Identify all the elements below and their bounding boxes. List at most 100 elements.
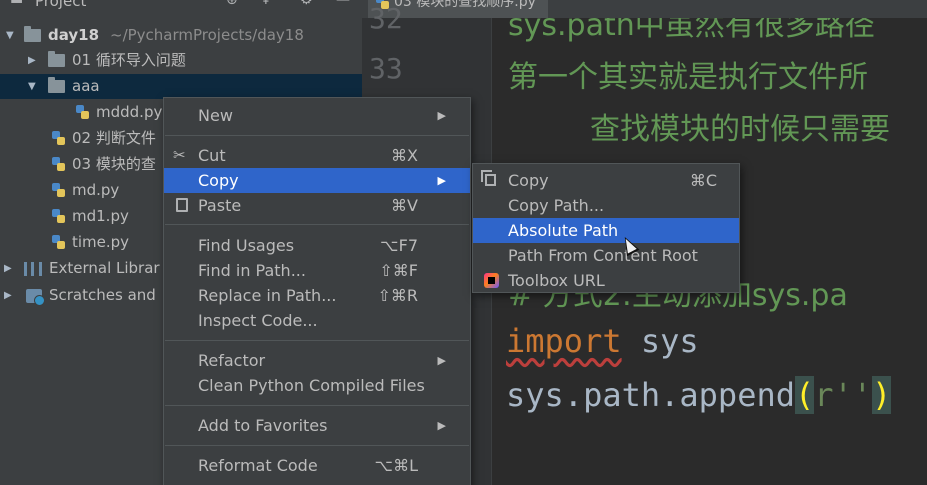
tree-item-label: 02 判断文件: [72, 129, 156, 147]
menu-shortcut: ⌥F7: [380, 236, 418, 255]
menu-item-label: Find in Path...: [198, 261, 306, 280]
python-file-icon: [52, 183, 66, 198]
menu-shortcut: ⌘V: [391, 196, 418, 215]
menu-shortcut: ⇧⌘R: [377, 286, 418, 305]
menu-separator: [165, 340, 469, 341]
menu-item-label: Absolute Path: [508, 221, 619, 240]
folder-icon: [48, 77, 65, 93]
menu-item-label: Clean Python Compiled Files: [198, 376, 425, 395]
raw-string-literal: r'': [814, 376, 873, 414]
editor-tab-label: 03 模块的查找顺序.py: [394, 0, 536, 10]
submenu-item-toolbox-url[interactable]: Toolbox URL: [473, 268, 739, 293]
line-number: 33: [369, 52, 403, 85]
menu-item-add-to-favorites[interactable]: Add to Favorites ▶: [164, 413, 470, 438]
menu-separator: [165, 224, 469, 225]
tree-item-label: md1.py: [72, 207, 129, 225]
submenu-item-copy[interactable]: Copy ⌘C: [473, 168, 739, 193]
folder-icon: [48, 51, 65, 67]
menu-item-find-usages[interactable]: Find Usages ⌥F7: [164, 233, 470, 258]
tree-item-01[interactable]: ▶ 01 循环导入问题: [0, 48, 362, 73]
menu-item-label: Paste: [198, 196, 242, 215]
python-file-icon: [52, 157, 66, 172]
submenu-item-copy-path[interactable]: Copy Path...: [473, 193, 739, 218]
paren-open: (: [794, 376, 815, 414]
python-file-icon: [52, 209, 66, 224]
menu-item-label: Toolbox URL: [508, 271, 605, 290]
menu-item-label: Add to Favorites: [198, 416, 328, 435]
project-panel-title[interactable]: Project: [35, 0, 86, 10]
code-comment-line: sys.path中虽然有很多路径: [508, 18, 875, 43]
menu-item-clean-compiled[interactable]: Clean Python Compiled Files: [164, 373, 470, 398]
copy-icon: [481, 170, 496, 186]
menu-item-reformat-code[interactable]: Reformat Code ⌥⌘L: [164, 453, 470, 478]
scissors-icon: ✂: [173, 146, 186, 164]
submenu-arrow-icon: ▶: [437, 419, 446, 432]
submenu-arrow-icon: ▶: [437, 354, 446, 367]
menu-item-label: Replace in Path...: [198, 286, 337, 305]
line-number: 32: [369, 2, 403, 35]
menu-item-refactor[interactable]: Refactor ▶: [164, 348, 470, 373]
project-path-label: ~/PycharmProjects/day18: [110, 26, 304, 44]
menu-item-label: Cut: [198, 146, 226, 165]
submenu-arrow-icon: ▶: [437, 109, 446, 122]
code-comment-line: 第一个其实就是执行文件所: [508, 60, 868, 95]
tree-item-aaa[interactable]: ▼ aaa: [0, 74, 362, 99]
menu-item-replace-in-path[interactable]: Replace in Path... ⇧⌘R: [164, 283, 470, 308]
python-file-icon: [76, 105, 90, 120]
menu-item-label: New: [198, 106, 233, 125]
locate-icon[interactable]: ⊕: [226, 0, 238, 8]
submenu-item-path-from-content-root[interactable]: Path From Content Root: [473, 243, 739, 268]
tree-item-day18[interactable]: ▼ day18 ~/PycharmProjects/day18: [0, 23, 362, 48]
project-view-icon: ▬: [10, 0, 24, 8]
menu-shortcut: ⌥⌘L: [374, 456, 418, 475]
collapse-arrow-icon[interactable]: ▶: [4, 256, 12, 281]
gear-icon[interactable]: ⚙: [300, 0, 313, 8]
menu-item-label: Inspect Code...: [198, 311, 318, 330]
tree-item-label: 03 模块的查: [72, 155, 156, 173]
menu-item-label: Refactor: [198, 351, 266, 370]
folder-icon: [24, 26, 41, 42]
menu-item-inspect-code[interactable]: Inspect Code...: [164, 308, 470, 333]
collapse-arrow-icon[interactable]: ▶: [4, 283, 12, 308]
tree-item-label: External Librar: [49, 259, 160, 277]
menu-shortcut: ⌘C: [689, 171, 717, 190]
submenu-item-absolute-path[interactable]: Absolute Path: [473, 218, 739, 243]
tree-item-label: mddd.py: [96, 103, 163, 121]
scratches-icon: [26, 289, 45, 306]
tree-item-label: md.py: [72, 181, 120, 199]
append-call: sys.path.append: [506, 376, 795, 414]
menu-separator: [165, 135, 469, 136]
menu-separator: [165, 445, 469, 446]
python-file-icon: [52, 235, 66, 250]
menu-item-cut[interactable]: ✂ Cut ⌘X: [164, 143, 470, 168]
menu-item-label: Path From Content Root: [508, 246, 698, 265]
tree-item-label: 01 循环导入问题: [72, 51, 186, 69]
submenu-arrow-icon: ▶: [437, 174, 446, 187]
tree-item-label: day18: [48, 26, 100, 44]
menu-shortcut: ⌘X: [391, 146, 418, 165]
tree-item-label: aaa: [72, 77, 100, 95]
collapse-all-icon[interactable]: ⇞: [260, 0, 272, 8]
menu-item-label: Copy: [198, 171, 239, 190]
menu-shortcut: ⇧⌘F: [379, 261, 418, 280]
hide-panel-icon[interactable]: —: [336, 0, 350, 8]
menu-item-paste[interactable]: Paste ⌘V: [164, 193, 470, 218]
paste-icon: [176, 198, 188, 212]
code-import-line: import sys: [506, 322, 699, 360]
project-panel-header: ▬ Project ⊕ ⇞ ⚙ —: [0, 0, 362, 14]
expand-arrow-icon[interactable]: ▼: [6, 23, 14, 48]
collapse-arrow-icon[interactable]: ▶: [28, 48, 36, 73]
python-file-icon: [52, 131, 66, 146]
menu-item-label: Reformat Code: [198, 456, 318, 475]
tree-item-label: time.py: [72, 233, 130, 251]
paren-close: ): [872, 376, 892, 414]
menu-item-label: Copy: [508, 171, 549, 190]
editor-tab-bar: 03 模块的查找顺序.py: [362, 0, 927, 18]
context-menu: New ▶ ✂ Cut ⌘X Copy ▶ Paste ⌘V Find Usag…: [163, 97, 471, 485]
menu-item-new[interactable]: New ▶: [164, 103, 470, 128]
import-module: sys: [621, 322, 699, 360]
toolbox-icon: [484, 273, 499, 288]
menu-item-copy[interactable]: Copy ▶: [164, 168, 470, 193]
expand-arrow-icon[interactable]: ▼: [28, 74, 36, 99]
menu-item-find-in-path[interactable]: Find in Path... ⇧⌘F: [164, 258, 470, 283]
